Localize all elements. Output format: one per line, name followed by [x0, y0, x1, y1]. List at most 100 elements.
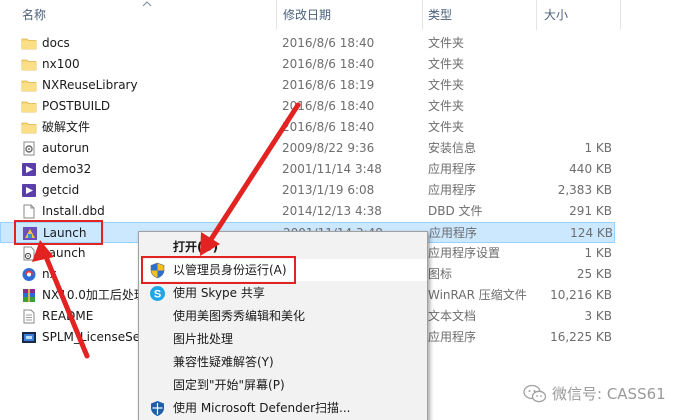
app-icon — [21, 183, 37, 198]
svg-text:S: S — [154, 289, 161, 301]
skype-icon: S — [149, 285, 166, 302]
file-size: 1 KB — [584, 246, 612, 260]
context-menu-item[interactable]: 固定到"开始"屏幕(P) — [139, 374, 427, 396]
folder-icon — [21, 36, 37, 51]
file-name: docs — [42, 36, 70, 50]
app-icon — [21, 162, 37, 177]
column-size-header[interactable]: 大小 — [544, 0, 568, 30]
file-row[interactable]: NXReuseLibrary 2016/8/6 18:19 文件夹 — [0, 75, 615, 96]
file-row[interactable]: getcid 2013/1/19 6:08 应用程序 2,383 KB — [0, 180, 615, 201]
file-size: 1 KB — [584, 141, 612, 155]
context-menu-item[interactable]: 打开(O) — [139, 236, 427, 258]
file-type: DBD 文件 — [428, 204, 483, 218]
file-type: 文件夹 — [428, 99, 465, 113]
context-menu-label: 使用 Microsoft Defender扫描... — [173, 401, 351, 415]
settings-file-icon — [21, 246, 37, 261]
file-row[interactable]: nx100 2016/8/6 18:40 文件夹 — [0, 54, 615, 75]
file-size — [540, 33, 612, 54]
file-date: 2016/8/6 18:40 — [282, 120, 375, 134]
file-name: autorun — [42, 141, 90, 155]
file-name: NXReuseLibrary — [42, 78, 138, 92]
file-icon — [21, 204, 37, 219]
defender-icon — [149, 400, 166, 417]
file-size — [540, 96, 612, 117]
folder-icon — [21, 120, 37, 135]
context-menu-item[interactable]: 使用美图秀秀编辑和美化 — [139, 305, 427, 327]
setup-info-icon — [21, 141, 37, 156]
context-menu-item[interactable]: 兼容性疑难解答(Y) — [139, 351, 427, 373]
context-menu: 打开(O) 以管理员身份运行(A) S 使用 Skype 共享使用美图秀秀编辑和美化图… — [138, 231, 428, 420]
file-size: 16,225 KB — [550, 330, 612, 344]
file-size — [540, 75, 612, 96]
file-row[interactable]: 破解文件 2016/8/6 18:40 文件夹 — [0, 117, 615, 138]
file-size — [540, 54, 612, 75]
file-type: 应用程序 — [429, 226, 478, 240]
file-row[interactable]: docs 2016/8/6 18:40 文件夹 — [0, 33, 615, 54]
file-date: 2016/8/6 18:19 — [282, 78, 375, 92]
context-menu-item[interactable]: S 使用 Skype 共享 — [139, 282, 427, 304]
column-divider[interactable] — [620, 0, 621, 30]
column-header: 名称 修改日期 类型 大小 — [0, 0, 696, 30]
file-row[interactable]: demo32 2001/11/14 3:48 应用程序 440 KB — [0, 159, 615, 180]
folder-icon — [21, 57, 37, 72]
file-row[interactable]: autorun 2009/8/22 9:36 安装信息 1 KB — [0, 138, 615, 159]
text-file-icon — [21, 309, 37, 324]
context-menu-label: 以管理员身份运行(A) — [173, 263, 287, 277]
file-type: 文件夹 — [428, 120, 465, 134]
folder-icon — [21, 99, 37, 114]
context-menu-item[interactable]: 使用 Microsoft Defender扫描... — [139, 397, 427, 419]
context-menu-label: 固定到"开始"屏幕(P) — [173, 378, 285, 392]
file-type: 应用程序 — [428, 183, 477, 197]
column-name-header[interactable]: 名称 — [22, 0, 46, 30]
nx-icon — [21, 267, 37, 282]
file-size: 3 KB — [584, 309, 612, 323]
column-divider[interactable] — [276, 0, 277, 30]
file-date: 2016/8/6 18:40 — [282, 99, 375, 113]
file-row[interactable]: Install.dbd 2014/12/13 4:38 DBD 文件 291 KB — [0, 201, 615, 222]
context-menu-label: 兼容性疑难解答(Y) — [173, 355, 274, 369]
context-menu-label: 使用美图秀秀编辑和美化 — [173, 309, 306, 323]
column-type-header[interactable]: 类型 — [428, 0, 452, 30]
file-type: 应用程序设置 — [428, 246, 501, 260]
file-date: 2016/8/6 18:40 — [282, 57, 375, 71]
file-type: WinRAR 压缩文件 — [428, 288, 527, 302]
column-date-header[interactable]: 修改日期 — [283, 0, 331, 30]
wechat-icon — [523, 384, 547, 403]
context-menu-item[interactable]: 图片批处理 — [139, 328, 427, 350]
file-row[interactable]: POSTBUILD 2016/8/6 18:40 文件夹 — [0, 96, 615, 117]
file-type: 文件夹 — [428, 57, 465, 71]
file-name: demo32 — [42, 162, 92, 176]
file-type: 应用程序 — [428, 330, 477, 344]
winrar-icon — [21, 288, 37, 303]
file-date: 2013/1/19 6:08 — [282, 183, 375, 197]
file-date: 2009/8/22 9:36 — [282, 141, 375, 155]
license-app-icon — [21, 330, 37, 345]
context-menu-label: 使用 Skype 共享 — [173, 286, 265, 300]
file-name: getcid — [42, 183, 80, 197]
watermark-text: 微信号: CASS61 — [552, 385, 666, 403]
file-size: 124 KB — [570, 226, 613, 240]
folder-icon — [21, 78, 37, 93]
file-size: 25 KB — [576, 267, 612, 281]
file-date: 2016/8/6 18:40 — [282, 36, 375, 50]
file-date: 2014/12/13 4:38 — [282, 204, 382, 218]
column-divider[interactable] — [536, 0, 537, 30]
file-size — [540, 117, 612, 138]
file-type: 图标 — [428, 267, 453, 281]
launch-app-icon — [22, 226, 38, 241]
context-menu-item[interactable]: 以管理员身份运行(A) — [139, 259, 427, 281]
file-size: 10,216 KB — [550, 288, 612, 302]
file-type: 文件夹 — [428, 36, 465, 50]
file-type: 文件夹 — [428, 78, 465, 92]
file-name: nx100 — [42, 57, 80, 71]
file-size: 2,383 KB — [557, 183, 612, 197]
file-name: 破解文件 — [42, 120, 91, 134]
sort-ascending-icon — [142, 1, 152, 7]
file-size: 440 KB — [569, 162, 612, 176]
file-type: 安装信息 — [428, 141, 477, 155]
context-menu-label: 图片批处理 — [173, 332, 234, 346]
column-divider[interactable] — [422, 0, 423, 30]
file-size: 291 KB — [569, 204, 612, 218]
context-menu-label: 打开(O) — [173, 240, 219, 254]
file-date: 2001/11/14 3:48 — [282, 162, 382, 176]
